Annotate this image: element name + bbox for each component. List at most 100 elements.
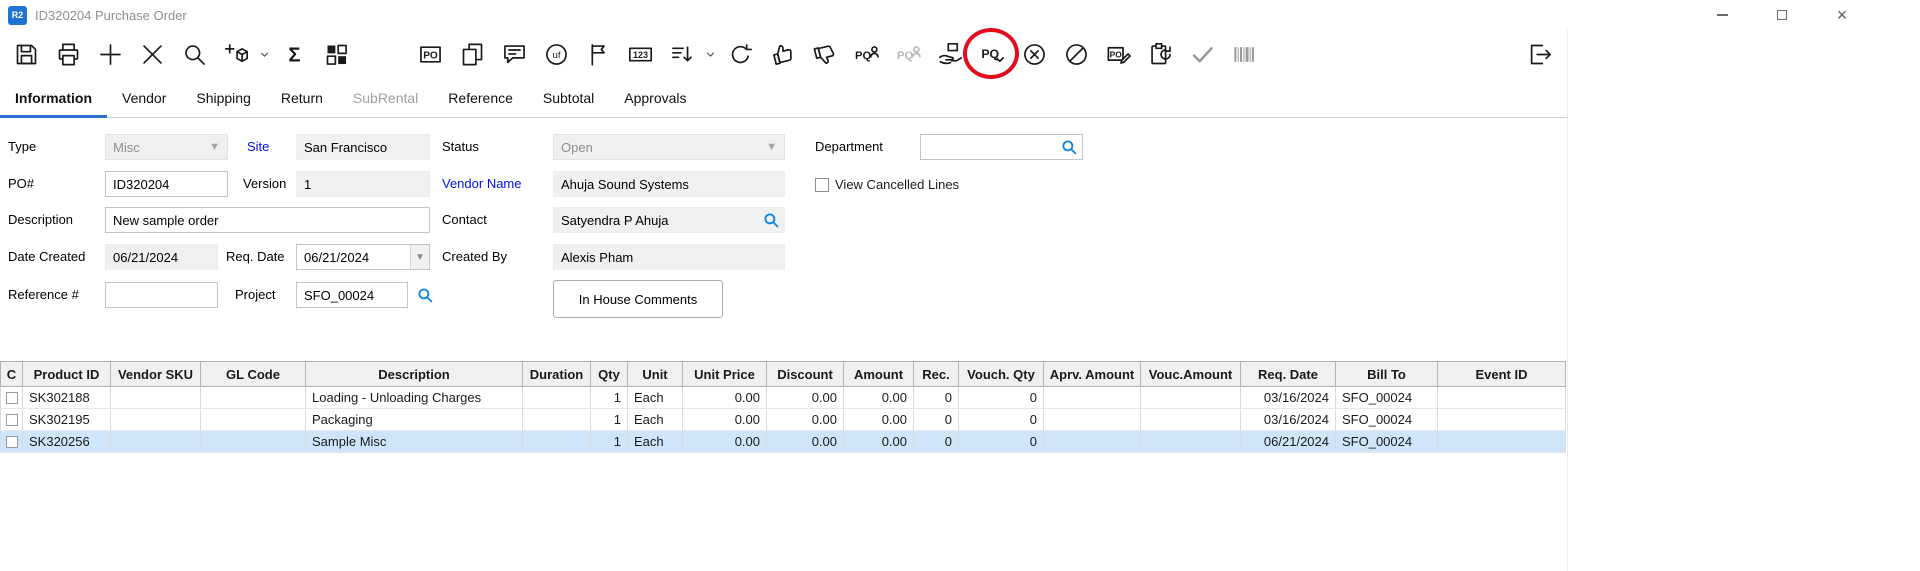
cell-duration <box>523 409 591 431</box>
confirm-button[interactable] <box>1181 33 1223 75</box>
search-icon[interactable] <box>1060 138 1078 156</box>
svg-text:PQ: PQ <box>854 50 871 62</box>
row-checkbox[interactable] <box>6 436 18 448</box>
req-date-picker[interactable]: ▼ <box>296 244 430 270</box>
column-header[interactable]: Description <box>306 362 523 387</box>
date-created-label: Date Created <box>8 244 85 270</box>
column-header[interactable]: Unit Price <box>683 362 767 387</box>
flag-button[interactable] <box>577 33 619 75</box>
content-divider <box>1567 30 1568 571</box>
svg-text:uf: uf <box>552 49 560 60</box>
column-header[interactable]: Vouch. Qty <box>959 362 1044 387</box>
pq-menu-button[interactable]: PQ <box>971 33 1013 75</box>
type-dropdown[interactable]: Misc▼ <box>105 134 228 160</box>
column-header[interactable]: Product ID <box>23 362 111 387</box>
po-button[interactable]: PO <box>409 33 451 75</box>
search-button[interactable] <box>173 33 215 75</box>
reference-input[interactable] <box>105 282 218 308</box>
cell-amount: 0.00 <box>844 409 914 431</box>
column-header[interactable]: Aprv. Amount <box>1044 362 1141 387</box>
cancel-circle-button[interactable] <box>1013 33 1055 75</box>
column-header[interactable]: Discount <box>767 362 844 387</box>
dispatch-button[interactable] <box>929 33 971 75</box>
tab-approvals[interactable]: Approvals <box>609 78 701 117</box>
numbers-button[interactable]: 123 <box>619 33 661 75</box>
row-checkbox[interactable] <box>6 392 18 404</box>
column-header[interactable]: Event ID <box>1438 362 1566 387</box>
table-row[interactable]: SK320256Sample Misc1Each0.000.000.000006… <box>1 431 1566 453</box>
minimize-button[interactable] <box>1692 0 1752 30</box>
column-header[interactable]: Qty <box>591 362 628 387</box>
svg-text:PO: PO <box>423 50 438 61</box>
pq-user-button[interactable]: PQ <box>845 33 887 75</box>
void-button[interactable] <box>1055 33 1097 75</box>
in-house-comments-button[interactable]: In House Comments <box>553 280 723 318</box>
cell-vendor_sku <box>111 387 201 409</box>
refresh-button[interactable] <box>719 33 761 75</box>
pq-user-disabled-button[interactable]: PQ <box>887 33 929 75</box>
chevron-down-icon[interactable] <box>257 33 271 75</box>
clipboard-refresh-button[interactable] <box>1139 33 1181 75</box>
table-row[interactable]: SK302195Packaging1Each0.000.000.000003/1… <box>1 409 1566 431</box>
add-item-button[interactable] <box>215 33 257 75</box>
tab-return[interactable]: Return <box>266 78 338 117</box>
po-edit-button[interactable]: PO <box>1097 33 1139 75</box>
cell-gl_code <box>201 409 306 431</box>
table-row[interactable]: SK302188Loading - Unloading Charges1Each… <box>1 387 1566 409</box>
description-input[interactable] <box>105 207 430 233</box>
delete-button[interactable] <box>131 33 173 75</box>
column-header[interactable]: Unit <box>628 362 683 387</box>
req-date-input[interactable] <box>297 245 410 269</box>
approve-button[interactable] <box>761 33 803 75</box>
view-cancelled-lines-checkbox[interactable]: View Cancelled Lines <box>815 177 959 192</box>
column-header[interactable]: C <box>1 362 23 387</box>
reject-button[interactable] <box>803 33 845 75</box>
column-header[interactable]: Duration <box>523 362 591 387</box>
tab-subtotal[interactable]: Subtotal <box>528 78 609 117</box>
column-header[interactable]: Amount <box>844 362 914 387</box>
cell-discount: 0.00 <box>767 431 844 453</box>
search-icon[interactable] <box>762 211 780 229</box>
close-button[interactable]: × <box>1812 0 1872 30</box>
department-input[interactable] <box>920 134 1083 160</box>
cell-duration <box>523 431 591 453</box>
sum-button[interactable]: Σ <box>273 33 315 75</box>
vendor-name-link-label[interactable]: Vendor Name <box>442 171 522 197</box>
status-dropdown[interactable]: Open▼ <box>553 134 785 160</box>
print-button[interactable] <box>47 33 89 75</box>
tab-vendor[interactable]: Vendor <box>107 78 181 117</box>
add-button[interactable] <box>89 33 131 75</box>
tab-reference[interactable]: Reference <box>433 78 528 117</box>
column-header[interactable]: Rec. <box>914 362 959 387</box>
status-label: Status <box>442 134 479 160</box>
copy-button[interactable] <box>451 33 493 75</box>
sort-button[interactable] <box>661 33 703 75</box>
save-button[interactable] <box>5 33 47 75</box>
column-header[interactable]: Vendor SKU <box>111 362 201 387</box>
cell-unit_price: 0.00 <box>683 387 767 409</box>
layout-grid-button[interactable] <box>315 33 357 75</box>
site-link-label[interactable]: Site <box>247 134 269 160</box>
search-icon[interactable] <box>416 286 434 304</box>
user-fields-button[interactable]: uf <box>535 33 577 75</box>
cell-req_date: 06/21/2024 <box>1241 431 1336 453</box>
po-number-input[interactable] <box>105 171 228 197</box>
barcode-button[interactable] <box>1223 33 1265 75</box>
chevron-down-icon[interactable] <box>703 33 717 75</box>
tab-subrental[interactable]: SubRental <box>338 78 433 117</box>
column-header[interactable]: GL Code <box>201 362 306 387</box>
contact-value: Satyendra P Ahuja <box>553 207 785 233</box>
project-input[interactable] <box>296 282 408 308</box>
column-header[interactable]: Bill To <box>1336 362 1438 387</box>
chevron-down-icon[interactable]: ▼ <box>410 245 429 269</box>
tab-information[interactable]: Information <box>0 78 107 117</box>
maximize-button[interactable] <box>1752 0 1812 30</box>
cell-discount: 0.00 <box>767 409 844 431</box>
column-header[interactable]: Req. Date <box>1241 362 1336 387</box>
comments-button[interactable] <box>493 33 535 75</box>
column-header[interactable]: Vouc.Amount <box>1141 362 1241 387</box>
row-checkbox[interactable] <box>6 414 18 426</box>
tab-shipping[interactable]: Shipping <box>181 78 266 117</box>
exit-button[interactable] <box>1518 33 1560 75</box>
cell-unit: Each <box>628 409 683 431</box>
